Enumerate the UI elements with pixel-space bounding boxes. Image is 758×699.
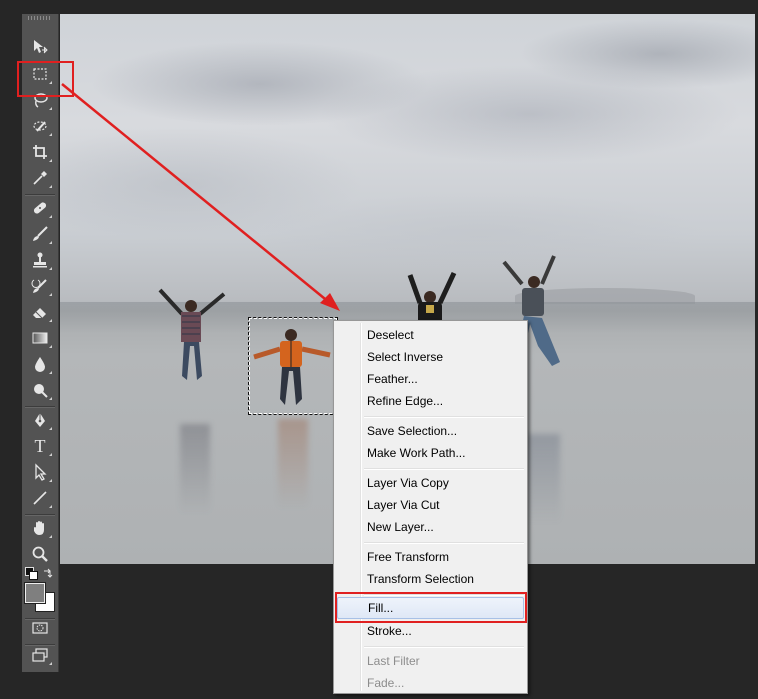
tool-separator: [25, 406, 55, 407]
type-tool[interactable]: T: [27, 435, 53, 457]
blur-tool[interactable]: [27, 353, 53, 375]
swap-arrows-icon: [44, 568, 53, 578]
move-tool[interactable]: [27, 36, 53, 58]
crop-tool[interactable]: [27, 141, 53, 163]
clone-stamp-tool[interactable]: [27, 249, 53, 271]
menu-item-deselect[interactable]: Deselect: [337, 324, 524, 346]
healing-brush-tool[interactable]: [27, 197, 53, 219]
dodge-icon: [34, 384, 48, 398]
menu-item-free-transform[interactable]: Free Transform: [337, 546, 524, 568]
eraser-tool[interactable]: [27, 301, 53, 323]
menu-separator: [364, 468, 524, 470]
menu-separator: [364, 416, 524, 418]
foreground-color-swatch[interactable]: [24, 582, 46, 604]
quick-mask-button[interactable]: [27, 617, 53, 639]
eyedropper-icon: [33, 171, 47, 185]
stamp-icon: [33, 252, 47, 268]
type-icon: T: [34, 436, 46, 456]
crop-icon: [33, 145, 47, 159]
history-brush-icon: [31, 279, 47, 293]
default-colors-button[interactable]: [25, 567, 38, 580]
screen-mode-icon: [32, 648, 48, 662]
history-brush-tool[interactable]: [27, 275, 53, 297]
path-selection-tool[interactable]: [27, 461, 53, 483]
gradient-tool[interactable]: [27, 327, 53, 349]
menu-item-stroke[interactable]: Stroke...: [337, 620, 524, 642]
marquee-tool-highlight-box: [17, 61, 74, 97]
menu-item-refine-edge[interactable]: Refine Edge...: [337, 390, 524, 412]
eyedropper-tool[interactable]: [27, 167, 53, 189]
menu-item-make-work-path[interactable]: Make Work Path...: [337, 442, 524, 464]
hand-icon: [34, 521, 44, 535]
panel-grip[interactable]: [28, 16, 52, 20]
zoom-tool[interactable]: [27, 543, 53, 565]
menu-item-layer-via-cut[interactable]: Layer Via Cut: [337, 494, 524, 516]
menu-item-new-layer[interactable]: New Layer...: [337, 516, 524, 538]
eraser-icon: [33, 308, 46, 319]
arrow-icon: [35, 463, 47, 481]
fill-item-highlight-box: [335, 592, 527, 623]
magnifier-icon: [32, 546, 48, 562]
marquee-selection[interactable]: [248, 317, 338, 415]
pen-tool[interactable]: [27, 409, 53, 431]
default-colors-icon-back: [29, 571, 38, 580]
brush-icon: [33, 226, 48, 241]
reflection: [526, 434, 560, 524]
quick-mask-icon: [32, 622, 48, 634]
menu-item-feather[interactable]: Feather...: [337, 368, 524, 390]
screen-mode-button[interactable]: [27, 644, 53, 666]
drop-icon: [35, 357, 45, 372]
menu-item-last-filter[interactable]: Last Filter: [337, 650, 524, 672]
menu-item-fade[interactable]: Fade...: [337, 672, 524, 694]
gradient-icon: [32, 332, 48, 344]
dodge-tool[interactable]: [27, 379, 53, 401]
swap-colors-button[interactable]: [42, 566, 54, 578]
menu-item-transform-selection[interactable]: Transform Selection: [337, 568, 524, 590]
reflection: [278, 419, 308, 509]
reflection: [180, 424, 210, 514]
move-icon: [34, 40, 48, 54]
brush-tool[interactable]: [27, 223, 53, 245]
menu-item-layer-via-copy[interactable]: Layer Via Copy: [337, 472, 524, 494]
tool-separator: [25, 514, 55, 515]
menu-item-select-inverse[interactable]: Select Inverse: [337, 346, 524, 368]
line-icon: [33, 491, 47, 505]
tool-separator: [25, 194, 55, 195]
quick-selection-tool[interactable]: [27, 115, 53, 137]
hand-tool[interactable]: [27, 517, 53, 539]
quick-selection-icon: [33, 121, 47, 132]
person-jumping-left: [158, 288, 226, 380]
bandage-icon: [33, 202, 47, 214]
menu-separator: [364, 646, 524, 648]
line-tool[interactable]: [27, 487, 53, 509]
pen-icon: [35, 413, 45, 427]
menu-item-save-selection[interactable]: Save Selection...: [337, 420, 524, 442]
menu-separator: [364, 542, 524, 544]
selection-context-menu: Deselect Select Inverse Feather... Refin…: [333, 320, 528, 694]
tools-panel: T: [22, 14, 59, 672]
